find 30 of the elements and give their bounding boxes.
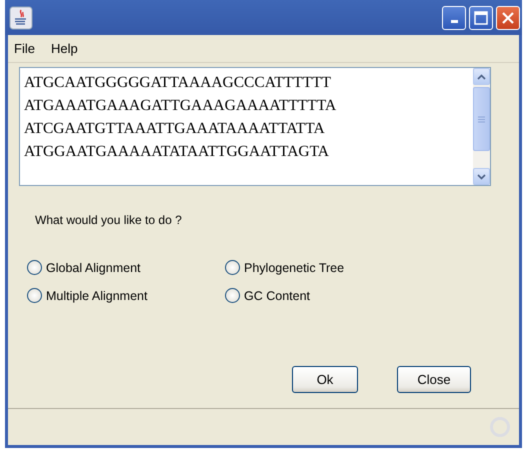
option-label: Global Alignment bbox=[46, 260, 141, 274]
option-label: Multiple Alignment bbox=[46, 288, 148, 302]
java-icon bbox=[9, 6, 33, 30]
sequence-line: ATGAAATGAAAGATTGAAAGAAAATTTTTA bbox=[24, 97, 338, 115]
option-label: GC Content bbox=[244, 288, 310, 302]
grip-icon bbox=[478, 116, 485, 122]
vertical-scrollbar[interactable] bbox=[473, 68, 490, 185]
menu-item[interactable]: File bbox=[14, 41, 35, 56]
minimize-button[interactable] bbox=[442, 6, 466, 30]
dialog-button[interactable]: Ok bbox=[292, 366, 358, 393]
question-text: What would you like to do ? bbox=[35, 213, 183, 227]
close-window-button[interactable] bbox=[496, 6, 520, 30]
sequence-line: ATGGAATGAAAAATATAATTGGAATTAGTA bbox=[24, 143, 330, 161]
sequence-text-area[interactable]: ATGCAATGGGGGATTAAAAGCCCATTTTTT ATGAAATGAAAGATTGAAAGAAAATTTTTA ATCGAATGTTAAATTGAAATAAAATTATTA ATGGAATGAAAAATATAATTGGAATTAGTA bbox=[19, 67, 491, 186]
radio-button[interactable] bbox=[225, 288, 240, 303]
minimize-icon bbox=[450, 20, 458, 23]
scroll-thumb[interactable] bbox=[473, 87, 490, 151]
maximize-button[interactable] bbox=[469, 6, 493, 30]
menu-item[interactable]: Help bbox=[50, 41, 78, 56]
scroll-up-icon[interactable] bbox=[477, 74, 486, 80]
sequence-line: ATGCAATGGGGGATTAAAAGCCCATTTTTT bbox=[24, 74, 332, 92]
sequence-line: ATCGAATGTTAAATTGAAATAAAATTATTA bbox=[24, 120, 326, 138]
close-icon bbox=[501, 10, 515, 24]
option-label: Phylogenetic Tree bbox=[244, 260, 344, 274]
radio-button[interactable] bbox=[225, 260, 240, 275]
radio-button[interactable] bbox=[27, 288, 42, 303]
maximize-icon bbox=[474, 10, 488, 24]
scroll-down-icon[interactable] bbox=[477, 174, 486, 180]
radio-button[interactable] bbox=[27, 260, 42, 275]
dialog-button[interactable]: Close bbox=[397, 366, 471, 393]
